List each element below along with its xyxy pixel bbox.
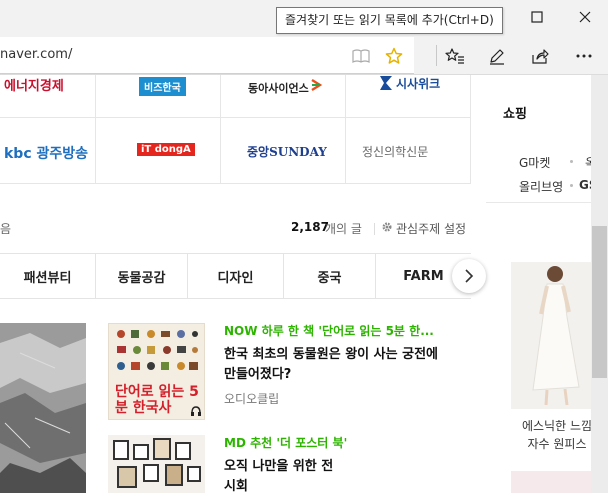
- tab-design[interactable]: 디자인: [188, 254, 284, 298]
- press-logo-mark: [378, 75, 394, 95]
- press-logo[interactable]: iT dongA: [137, 143, 195, 156]
- press-logo[interactable]: 시사위크: [396, 75, 440, 92]
- press-logo-mark: [310, 77, 323, 96]
- feature-photo[interactable]: [0, 323, 86, 493]
- address-url: naver.com/: [0, 47, 73, 62]
- product-image[interactable]: [511, 471, 591, 493]
- topic-count: 2,187: [291, 220, 329, 234]
- press-logo[interactable]: 정신의학신문: [362, 143, 428, 160]
- separator-dot: [570, 184, 573, 187]
- card-tag: NOW 하루 한 책 '단어로 읽는 5분 한...: [224, 324, 434, 338]
- poster-wall-photo: [113, 438, 201, 488]
- tab-animals[interactable]: 동물공감: [96, 254, 188, 298]
- cover-title: 단어로 읽는 5분 한국사: [115, 384, 199, 416]
- pen-icon: [490, 48, 504, 65]
- scrollbar-thumb[interactable]: [592, 226, 607, 378]
- card[interactable]: NOW 하루 한 책 '단어로 읽는 5분 한... 한국 최초의 동물원은 왕…: [224, 322, 454, 407]
- favorite-tooltip: 즐겨찾기 또는 읽기 목록에 추가(Ctrl+D): [276, 7, 503, 34]
- shopping-title[interactable]: 쇼핑: [503, 103, 527, 122]
- grid-divider: [95, 75, 96, 184]
- grid-divider: [345, 75, 346, 184]
- headphones-icon: [190, 402, 202, 419]
- tabs-next-button[interactable]: [452, 259, 486, 293]
- star-list-icon: [445, 47, 464, 64]
- shopping-panel: 쇼핑 G마켓 옥션 올리브영 GS 에스닉한 느낌 자수 원피스: [486, 75, 608, 493]
- grid-divider: [0, 183, 471, 184]
- category-tabs: 패션뷰티 동물공감 디자인 중국 FARM: [0, 253, 471, 299]
- product-caption[interactable]: 에스닉한 느낌 자수 원피스: [517, 417, 597, 453]
- press-logo-grid: 에너지경제 비즈한국 동아사이언스 시사위크 kbc 광주방송 iT dongA…: [0, 75, 471, 184]
- tab-china[interactable]: 중국: [284, 254, 376, 298]
- press-logo[interactable]: 중앙SUNDAY: [247, 143, 327, 160]
- product-image[interactable]: [511, 262, 591, 409]
- card[interactable]: MD 추천 '더 포스터 북' 오직 나만을 위한 전시회: [224, 434, 454, 493]
- tab-label: FARM: [403, 268, 444, 284]
- separator-dot: [570, 160, 573, 163]
- dress-photo: [511, 262, 591, 409]
- tab-label: 중국: [317, 270, 342, 286]
- tab-label: 패션뷰티: [23, 270, 72, 286]
- press-logo[interactable]: 동아사이언스: [248, 80, 309, 96]
- notes-button[interactable]: [477, 37, 517, 74]
- press-logo[interactable]: kbc 광주방송: [4, 143, 88, 163]
- share-icon: [532, 48, 549, 64]
- row-label-fragment: 음: [0, 222, 12, 236]
- shop-link-gmarket[interactable]: G마켓: [519, 154, 550, 171]
- card-source[interactable]: 오디오클립: [224, 390, 454, 407]
- press-logo[interactable]: 에너지경제: [4, 75, 64, 94]
- maximize-icon: [531, 10, 543, 23]
- topic-count-row: 음 2,187 개의 글 관심주제 설정: [0, 214, 471, 242]
- tab-label: 디자인: [217, 270, 254, 286]
- book-icon: [352, 48, 370, 63]
- more-button[interactable]: [564, 37, 604, 74]
- card-title[interactable]: 한국 최초의 동물원은 왕이 사는 궁전에 만들어졌다?: [224, 345, 454, 385]
- shop-link-oliveyoung[interactable]: 올리브영: [519, 178, 563, 195]
- close-button[interactable]: [562, 0, 608, 33]
- add-favorite-button[interactable]: [374, 37, 414, 74]
- press-logo[interactable]: 비즈한국: [139, 77, 186, 96]
- card-tag: MD 추천 '더 포스터 북': [224, 436, 348, 450]
- tab-label: 동물공감: [117, 270, 166, 286]
- star-icon: [385, 47, 403, 64]
- favorites-list-button[interactable]: [435, 37, 475, 74]
- grid-divider: [0, 117, 471, 118]
- card-thumbnail[interactable]: 단어로 읽는 5분 한국사: [108, 323, 205, 420]
- row-divider: [374, 223, 375, 235]
- topic-settings-link[interactable]: 관심주제 설정: [396, 220, 466, 237]
- chevron-right-icon: [465, 269, 474, 283]
- maximize-button[interactable]: [514, 0, 560, 33]
- share-button[interactable]: [520, 37, 560, 74]
- tab-fashion-beauty[interactable]: 패션뷰티: [0, 254, 96, 298]
- gear-icon: [381, 221, 393, 236]
- shopping-divider: [486, 202, 608, 203]
- cover-illustrations: [117, 330, 198, 370]
- card-thumbnail[interactable]: [108, 435, 205, 493]
- grid-divider: [220, 75, 221, 184]
- close-icon: [579, 11, 591, 22]
- card-title[interactable]: 오직 나만을 위한 전시회: [224, 457, 334, 493]
- more-icon: [576, 54, 592, 57]
- grid-divider: [470, 75, 471, 184]
- topic-count-suffix: 개의 글: [325, 222, 362, 236]
